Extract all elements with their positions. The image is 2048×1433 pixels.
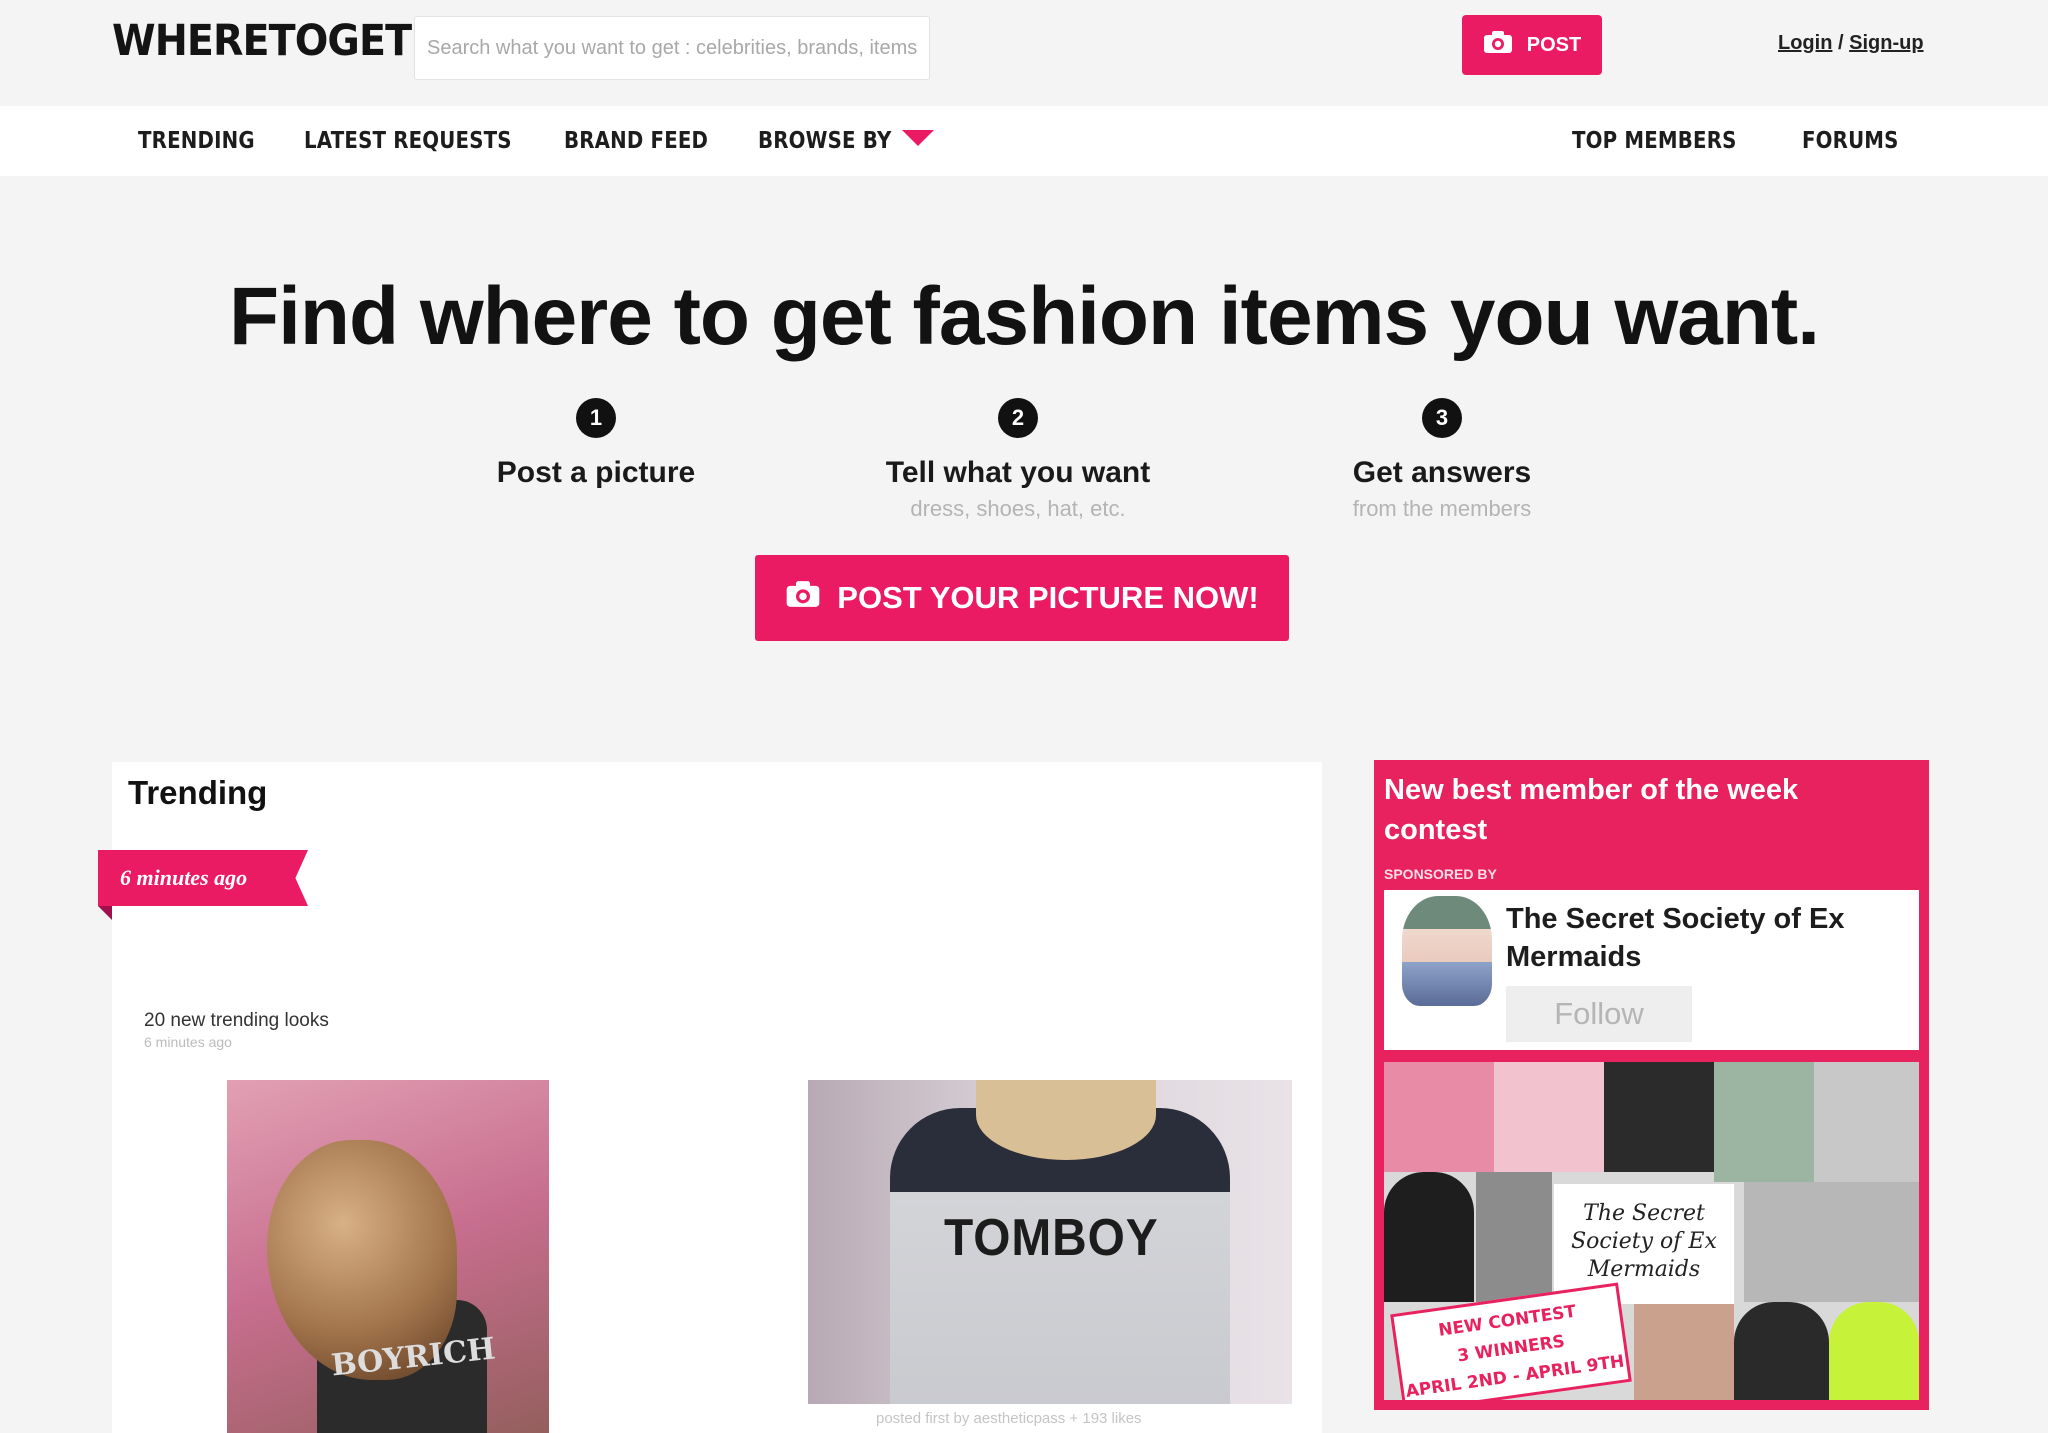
contest-title[interactable]: New best member of the week contest (1384, 770, 1904, 850)
nav-brand-feed[interactable]: BRAND FEED (564, 128, 708, 154)
collage-tile (1494, 1062, 1604, 1172)
camera-icon (1483, 30, 1513, 60)
step-title: Post a picture (496, 456, 696, 489)
collage-tile (1714, 1062, 1814, 1182)
collage-tile (1634, 1302, 1734, 1400)
sponsored-by-label: SPONSORED BY (1384, 866, 1497, 882)
trending-looks-count[interactable]: 20 new trending looks (144, 1010, 329, 1032)
sponsor-box: The Secret Society of Ex Mermaids Follow (1384, 890, 1919, 1050)
sponsor-name[interactable]: The Secret Society of Ex Mermaids (1506, 900, 1906, 976)
trending-looks-time: 6 minutes ago (144, 1034, 232, 1050)
post-button-label: POST (1526, 33, 1582, 56)
step-title: Get answers (1352, 456, 1532, 489)
trending-card: Trending 6 minutes ago 20 new trending l… (98, 762, 1322, 1433)
collage-tile (1829, 1302, 1919, 1400)
auth-links: Login / Sign-up (1778, 32, 1924, 55)
collage-tile (1384, 1172, 1474, 1302)
step-title: Tell what you want (885, 456, 1151, 489)
collage-tile (1744, 1182, 1919, 1302)
caret-down-icon[interactable] (902, 130, 934, 146)
top-header: WHERETOGET POST Login / Sign-up (0, 0, 2048, 106)
search-input[interactable] (414, 16, 930, 80)
nav-forums[interactable]: FORUMS (1802, 128, 1899, 154)
photo-caption: posted first by aestheticpass + 193 like… (876, 1410, 1142, 1427)
step-2: 2 Tell what you want dress, shoes, hat, … (838, 398, 1198, 522)
sponsor-avatar[interactable] (1402, 896, 1492, 1006)
step-1: 1 Post a picture (416, 398, 776, 496)
step-number: 3 (1422, 398, 1462, 438)
step-3: 3 Get answers from the members (1262, 398, 1622, 522)
trending-photo-2[interactable]: TOMBOY (808, 1080, 1292, 1404)
step-subtitle: from the members (1352, 496, 1532, 521)
collage-tile (1814, 1062, 1919, 1182)
signup-link[interactable]: Sign-up (1849, 32, 1923, 54)
step-number: 2 (998, 398, 1038, 438)
time-ribbon: 6 minutes ago (98, 850, 308, 906)
collage-tile (1734, 1302, 1829, 1400)
collage-tile (1476, 1172, 1552, 1302)
step-number: 1 (576, 398, 616, 438)
ribbon-fold (98, 906, 112, 920)
hero-title: Find where to get fashion items you want… (228, 271, 1820, 362)
nav-browse-by[interactable]: BROWSE BY (758, 128, 891, 154)
follow-button[interactable]: Follow (1506, 986, 1692, 1042)
nav-latest-requests[interactable]: LATEST REQUESTS (304, 128, 512, 154)
trending-photo-1[interactable]: BOYRICH (227, 1080, 549, 1433)
step-subtitle: dress, shoes, hat, etc. (910, 496, 1126, 521)
camera-icon (785, 580, 821, 616)
nav-trending[interactable]: TRENDING (138, 128, 255, 154)
photo-shirt-print: TOMBOY (944, 1209, 1159, 1267)
collage-tile (1604, 1062, 1714, 1172)
collage-label: The Secret Society of Ex Mermaids (1554, 1184, 1734, 1304)
site-logo[interactable]: WHERETOGET (112, 16, 412, 66)
trending-title: Trending (128, 774, 268, 811)
contest-widget: New best member of the week contest SPON… (1374, 760, 1929, 1410)
cta-label: POST YOUR PICTURE NOW! (837, 580, 1259, 615)
post-picture-cta-button[interactable]: POST YOUR PICTURE NOW! (755, 555, 1289, 641)
login-link[interactable]: Login (1778, 32, 1832, 54)
contest-collage-image[interactable]: The Secret Society of Ex Mermaids NEW CO… (1384, 1062, 1919, 1400)
auth-separator: / (1832, 32, 1850, 54)
nav-top-members[interactable]: TOP MEMBERS (1572, 128, 1737, 154)
collage-tile (1384, 1062, 1494, 1172)
post-button[interactable]: POST (1462, 15, 1602, 75)
main-nav: TRENDING LATEST REQUESTS BRAND FEED BROW… (0, 106, 2048, 176)
